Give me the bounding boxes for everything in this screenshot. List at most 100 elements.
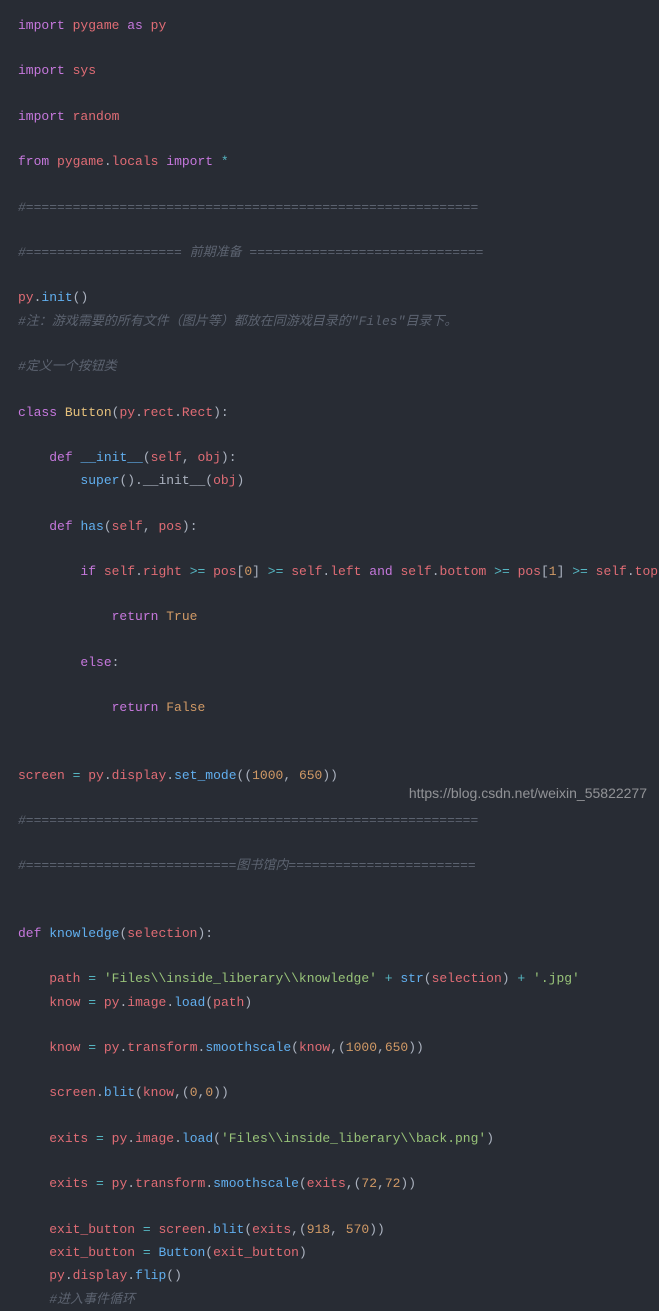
identifier: self [400, 564, 431, 579]
module-name: random [73, 109, 120, 124]
code-line: know = py.image.load(path) [18, 991, 641, 1014]
code-line: know = py.transform.smoothscale(know,(10… [18, 1036, 641, 1059]
code-line: class Button(py.rect.Rect): [18, 401, 641, 424]
method-call: .__init__( [135, 473, 213, 488]
keyword-return: return [112, 609, 159, 624]
builtin: str [400, 971, 423, 986]
module-name: pygame [57, 154, 104, 169]
number: 0 [205, 1085, 213, 1100]
identifier: know [143, 1085, 174, 1100]
code-line: exits = py.transform.smoothscale(exits,(… [18, 1172, 641, 1195]
param: obj [198, 450, 221, 465]
function-call: smoothscale [205, 1040, 291, 1055]
code-line: exit_button = Button(exit_button) [18, 1241, 641, 1264]
attr: left [330, 564, 361, 579]
constant: False [166, 700, 205, 715]
identifier: path [49, 971, 80, 986]
keyword-class: class [18, 405, 57, 420]
identifier: py [104, 1040, 120, 1055]
function-call: smoothscale [213, 1176, 299, 1191]
module-name: locals [112, 154, 159, 169]
identifier: transform [135, 1176, 205, 1191]
function-call: blit [104, 1085, 135, 1100]
identifier: py [112, 1131, 128, 1146]
identifier: exits [49, 1131, 88, 1146]
keyword-def: def [49, 519, 72, 534]
number: 650 [385, 1040, 408, 1055]
keyword-and: and [369, 564, 392, 579]
code-line: import pygame as py [18, 14, 641, 37]
function-call: load [174, 995, 205, 1010]
code-line: exits = py.image.load('Files\\inside_lib… [18, 1127, 641, 1150]
code-line: import sys [18, 59, 641, 82]
code-line: def knowledge(selection): [18, 922, 641, 945]
code-line: if self.right >= pos[0] >= self.left and… [18, 560, 641, 583]
comment-line: #进入事件循环 [18, 1288, 641, 1311]
module-name: pygame [73, 18, 120, 33]
alias-name: py [151, 18, 167, 33]
function-call: flip [135, 1268, 166, 1283]
attr: bottom [440, 564, 487, 579]
attr: top [635, 564, 658, 579]
identifier: know [49, 995, 80, 1010]
param: self [151, 450, 182, 465]
identifier: py [18, 290, 34, 305]
identifier: know [49, 1040, 80, 1055]
number: 0 [244, 564, 252, 579]
identifier: self [291, 564, 322, 579]
number: 0 [190, 1085, 198, 1100]
number: 1000 [346, 1040, 377, 1055]
number: 72 [361, 1176, 377, 1191]
builtin: super [80, 473, 119, 488]
keyword-import: import [18, 63, 65, 78]
param: selection [127, 926, 197, 941]
code-block: import pygame as py import sys import ra… [18, 14, 641, 1311]
code-line: screen.blit(know,(0,0)) [18, 1081, 641, 1104]
code-line: py.init() [18, 286, 641, 309]
number: 1000 [252, 768, 283, 783]
number: 570 [346, 1222, 369, 1237]
comment-line: #注：游戏需要的所有文件（图片等）都放在同游戏目录的"Files"目录下。 [18, 310, 641, 333]
keyword-if: if [80, 564, 96, 579]
function-call: init [41, 290, 72, 305]
identifier: image [127, 995, 166, 1010]
identifier: obj [213, 473, 236, 488]
keyword-from: from [18, 154, 49, 169]
identifier: screen [18, 768, 65, 783]
code-line: else: [18, 651, 641, 674]
number: 918 [307, 1222, 330, 1237]
param: pos [158, 519, 181, 534]
identifier: path [213, 995, 244, 1010]
code-line: path = 'Files\\inside_liberary\\knowledg… [18, 967, 641, 990]
string-literal: '.jpg' [533, 971, 580, 986]
identifier: transform [127, 1040, 197, 1055]
identifier: exit_button [213, 1245, 299, 1260]
keyword-import: import [166, 154, 213, 169]
method-name: has [80, 519, 103, 534]
identifier: selection [432, 971, 502, 986]
identifier: screen [49, 1085, 96, 1100]
identifier: py [112, 1176, 128, 1191]
code-line: super().__init__(obj) [18, 469, 641, 492]
identifier: image [135, 1131, 174, 1146]
keyword-else: else [80, 655, 111, 670]
keyword-def: def [18, 926, 41, 941]
comment-line: #==================== 前期准备 =============… [18, 241, 641, 264]
identifier: pos [213, 564, 236, 579]
keyword-import: import [18, 18, 65, 33]
code-line: def has(self, pos): [18, 515, 641, 538]
constant: True [166, 609, 197, 624]
param: self [112, 519, 143, 534]
identifier: exits [49, 1176, 88, 1191]
identifier: py [88, 768, 104, 783]
keyword-def: def [49, 450, 72, 465]
function-call: set_mode [174, 768, 236, 783]
wildcard: * [221, 154, 229, 169]
function-call: load [182, 1131, 213, 1146]
identifier: self [596, 564, 627, 579]
identifier: display [73, 1268, 128, 1283]
watermark-text: https://blog.csdn.net/weixin_55822277 [409, 781, 647, 806]
identifier: exit_button [49, 1222, 135, 1237]
comment-line: #=======================================… [18, 196, 641, 219]
comment-line: #定义一个按钮类 [18, 355, 641, 378]
